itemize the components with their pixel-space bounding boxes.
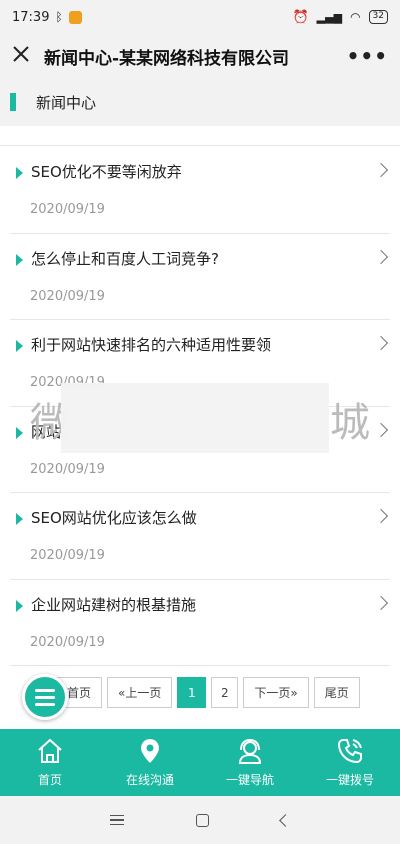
news-title[interactable]: 企业网站建树的根基措施 [31, 594, 196, 615]
news-title[interactable]: 怎么停止和百度人工词竞争? [31, 248, 219, 269]
hamburger-icon-line [35, 702, 55, 706]
section-title: 新闻中心 [36, 93, 97, 112]
wifi-icon: ◠ [350, 10, 361, 24]
home-icon [38, 738, 62, 763]
bullet-triangle-icon [16, 167, 23, 179]
battery-icon: 32 [368, 10, 388, 24]
phone-icon [337, 739, 362, 764]
news-item[interactable]: SEO网站优化应该怎么做 2020/09/19 [10, 493, 390, 580]
news-date: 2020/09/19 [30, 634, 105, 650]
home-button-icon[interactable] [196, 813, 209, 827]
headset-icon [238, 738, 262, 764]
alarm-icon: ⏰ [292, 9, 309, 25]
news-date: 2020/09/19 [30, 288, 105, 304]
news-date: 2020/09/19 [30, 461, 105, 477]
chevron-right-icon [373, 595, 389, 610]
divider [0, 126, 400, 146]
back-icon[interactable] [279, 813, 292, 827]
hamburger-icon-line [35, 688, 55, 692]
tab-label: 在线沟通 [125, 773, 174, 787]
bullet-triangle-icon [16, 426, 23, 439]
news-date: 2020/09/19 [30, 548, 105, 563]
status-time: 17:39 [12, 9, 50, 25]
app-notification-icon [68, 10, 82, 24]
last-page-button[interactable]: 尾页 [313, 677, 360, 708]
nav-bar: 新闻中心-某某网络科技有限公司 ••• [0, 34, 400, 78]
news-item[interactable]: 怎么停止和百度人工词竞争? 2020/09/19 [10, 234, 390, 320]
bullet-triangle-icon [16, 340, 23, 352]
bullet-triangle-icon [16, 513, 23, 525]
tab-dial[interactable]: 一键拨号 [300, 729, 400, 796]
close-icon[interactable] [12, 45, 40, 68]
bluetooth-icon: ᛒ [55, 10, 63, 24]
next-page-button[interactable]: 下一页» [243, 677, 309, 708]
news-date: 2020/09/19 [30, 202, 105, 217]
bullet-triangle-icon [16, 599, 23, 612]
recent-apps-icon[interactable] [110, 815, 124, 825]
page-title: 新闻中心-某某网络科技有限公司 [44, 48, 290, 69]
tab-label: 一键拨号 [325, 773, 374, 787]
section-accent-bar [10, 93, 16, 111]
news-title[interactable]: SEO优化不要等闲放弃 [31, 161, 182, 182]
system-nav-bar [0, 796, 400, 844]
chevron-right-icon [373, 335, 389, 351]
watermark-right-char: 城 [330, 400, 370, 446]
tab-home[interactable]: 首页 [0, 729, 100, 796]
news-title[interactable]: SEO网站优化应该怎么做 [31, 507, 197, 528]
tab-online-chat[interactable]: 在线沟通 [100, 729, 200, 796]
chevron-right-icon [373, 249, 389, 264]
menu-fab-button[interactable] [22, 674, 68, 720]
prev-page-button[interactable]: «上一页 [107, 677, 173, 708]
overlay-box [61, 383, 329, 453]
tab-navigation[interactable]: 一键导航 [200, 729, 300, 796]
section-header: 新闻中心 [0, 78, 400, 126]
location-pin-icon [141, 739, 159, 763]
tab-label: 首页 [37, 773, 62, 787]
tab-label: 一键导航 [225, 773, 274, 787]
news-title[interactable]: 利于网站快速排名的六种适用性要领 [31, 334, 271, 355]
pagination: 首页 «上一页 1 2 下一页» 尾页 [50, 677, 360, 709]
chevron-right-icon [373, 508, 389, 524]
signal-icon: ▂▄▆ [316, 10, 343, 24]
bullet-triangle-icon [16, 253, 23, 266]
bottom-tab-bar: 首页 在线沟通 一键导航 一键拨号 [0, 729, 400, 796]
page-1-button[interactable]: 1 [177, 677, 207, 708]
more-icon[interactable]: ••• [347, 44, 388, 68]
hamburger-icon-line [35, 695, 55, 699]
chevron-right-icon [373, 162, 389, 178]
status-bar: 17:39 ᛒ ⏰ ▂▄▆ ◠ 32 [0, 0, 400, 34]
news-item[interactable]: SEO优化不要等闲放弃 2020/09/19 [10, 147, 390, 234]
chevron-right-icon [373, 422, 389, 437]
news-item[interactable]: 企业网站建树的根基措施 2020/09/19 [10, 580, 390, 666]
page-2-button[interactable]: 2 [211, 677, 239, 708]
